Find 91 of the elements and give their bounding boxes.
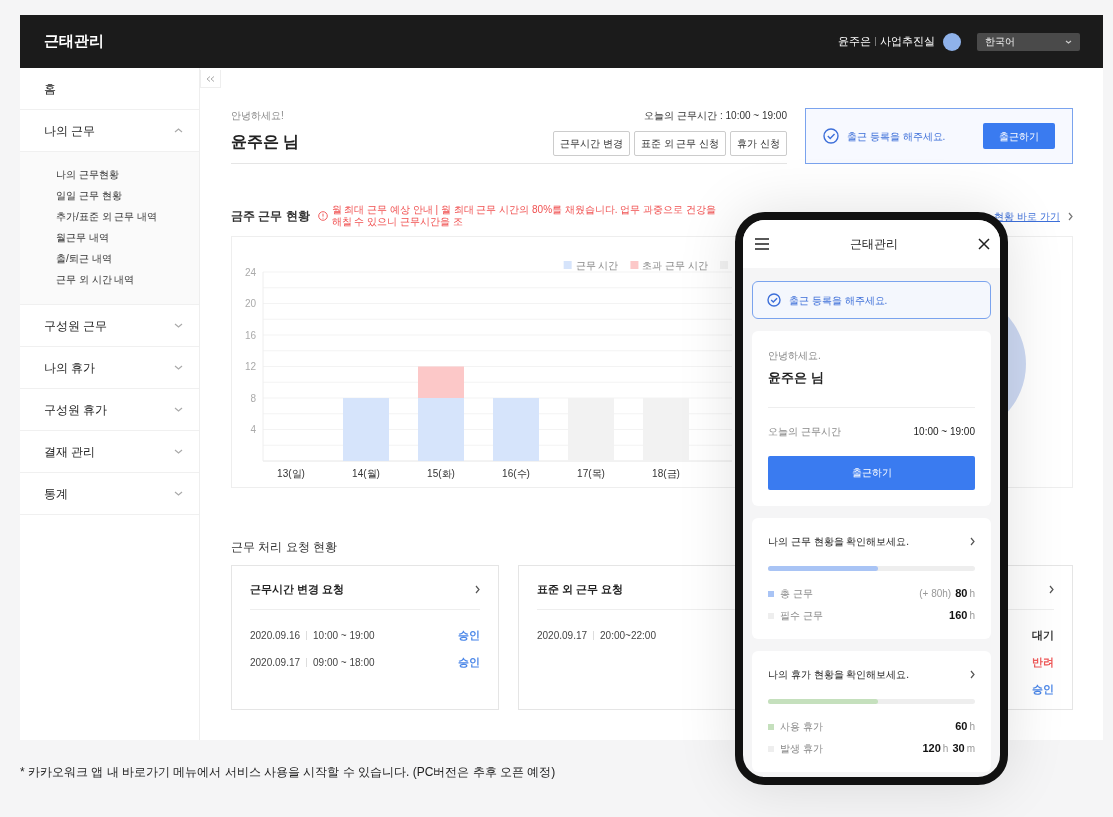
y-tick-label: 16 xyxy=(244,329,256,341)
summary-label: 필수 근무 xyxy=(780,609,823,623)
checkin-message: 출근 등록을 해주세요. xyxy=(847,129,946,144)
user-name: 윤주은 xyxy=(838,33,871,49)
legend-label: 근무 시간 xyxy=(575,260,619,271)
checkin-button[interactable]: 출근하기 xyxy=(983,123,1055,149)
checkin-button[interactable]: 출근하기 xyxy=(768,455,975,490)
summary-title[interactable]: 나의 근무 현황을 확인해보세요. xyxy=(768,533,910,549)
warning-text: 월 최대 근무 예상 안내 | 월 최대 근무 시간의 80%를 채웠습니다. 업무 과중으로 건강을 해칠 수 있으니 근무시간을 조 xyxy=(331,203,717,229)
y-tick-label: 24 xyxy=(244,266,256,278)
chevron-icon[interactable] xyxy=(970,536,975,546)
department: 사업추진실 xyxy=(880,33,935,49)
summary-label: 사용 휴가 xyxy=(780,720,823,734)
sidebar-subitem[interactable]: 나의 근무현황 xyxy=(56,164,199,185)
x-tick-label: 15(화) xyxy=(427,468,455,479)
work-hours-text: 오늘의 근무시간 : 10:00 ~ 19:00 xyxy=(644,109,787,123)
greeting-text: 안녕하세요. xyxy=(768,349,822,363)
greeting-text: 안녕하세요! xyxy=(231,109,285,123)
x-tick-label: 16(수) xyxy=(502,468,530,479)
status-label: 대기 xyxy=(1032,628,1054,644)
request-button[interactable]: 근무시간 변경 xyxy=(553,131,630,156)
summary-title[interactable]: 나의 휴가 현황을 확인해보세요. xyxy=(768,666,910,682)
request-date: 2020.09.17 xyxy=(537,629,588,643)
sidebar-subitem[interactable]: 근무 외 시간 내역 xyxy=(56,269,199,290)
chevron-icon[interactable] xyxy=(970,669,975,679)
sidebar-subitem[interactable]: 추가/표준 외 근무 내역 xyxy=(56,206,199,227)
request-button[interactable]: 표준 외 근무 신청 xyxy=(633,131,727,156)
legend-item: 초과 근무 시간 xyxy=(630,260,708,271)
summary-value: 60 h xyxy=(955,719,975,735)
section-title: 근무 처리 요청 현황 xyxy=(231,539,337,556)
status-label: 승인 xyxy=(458,628,480,644)
sidebar-item[interactable]: 결재 관리 xyxy=(20,431,199,473)
sidebar-item[interactable]: 홈 xyxy=(20,68,199,110)
chevron-icon xyxy=(1068,211,1073,221)
request-date: 2020.09.17 xyxy=(250,656,301,670)
x-tick-label: 18(금) xyxy=(652,468,680,479)
footnote: * 카카오워크 앱 내 바로가기 메뉴에서 서비스 사용을 시작할 수 있습니다. (PC버전은 추후 오픈 예정) xyxy=(20,764,557,781)
section-title: 금주 근무 현황 xyxy=(231,208,310,225)
sidebar-subitem[interactable]: 출/퇴근 내역 xyxy=(56,248,199,269)
legend-item: 근무 시간 xyxy=(563,260,619,271)
mobile-title: 근태관리 xyxy=(849,236,898,253)
summary-note: (+ 80h) xyxy=(919,587,952,602)
work-hours-value: 10:00 ~ 19:00 xyxy=(913,424,975,439)
status-label: 승인 xyxy=(458,655,480,671)
menu-icon[interactable] xyxy=(755,238,769,250)
y-tick-label: 20 xyxy=(244,298,256,309)
app-title: 근태관리 xyxy=(44,31,104,52)
warning-icon xyxy=(317,211,328,221)
request-card-title: 표준 외 근무 요청 xyxy=(537,581,623,597)
request-time: 10:00 ~ 19:00 xyxy=(313,629,375,643)
request-button[interactable]: 휴가 신청 xyxy=(730,131,787,156)
summary-label: 발생 휴가 xyxy=(780,742,823,756)
language-select[interactable]: 한국어 xyxy=(977,32,1080,51)
y-tick-label: 8 xyxy=(250,392,256,404)
bar xyxy=(343,398,389,461)
chevron-icon[interactable] xyxy=(475,585,480,594)
request-date: 2020.09.16 xyxy=(250,629,301,643)
sidebar-subitem[interactable]: 일일 근무 현황 xyxy=(56,185,199,206)
request-card-title: 근무시간 변경 요청 xyxy=(250,581,344,597)
request-time: 09:00 ~ 18:00 xyxy=(313,656,375,670)
summary-value: 30 m xyxy=(952,741,975,757)
y-tick-label: 4 xyxy=(250,424,256,435)
check-circle-icon xyxy=(823,128,839,144)
summary-value: 80 h xyxy=(955,586,975,602)
x-tick-label: 14(월) xyxy=(352,468,380,479)
summary-value: 160 h xyxy=(949,608,975,624)
x-tick-label: 13(일) xyxy=(277,468,305,479)
checkin-message: 출근 등록을 해주세요. xyxy=(789,293,888,308)
x-tick-label: 17(목) xyxy=(577,468,605,479)
sidebar-item[interactable]: 구성원 휴가 xyxy=(20,389,199,431)
user-greeting-name: 윤주은 님 xyxy=(231,132,300,152)
user-greeting-name: 윤주은 님 xyxy=(768,368,975,408)
double-chevron-icon xyxy=(206,75,215,82)
summary-value: 120 h xyxy=(922,741,949,757)
work-hours-label: 오늘의 근무시간 xyxy=(768,424,841,439)
chevron-icon[interactable] xyxy=(1049,585,1054,594)
status-label: 반려 xyxy=(1032,655,1054,671)
chevron-icon xyxy=(1065,39,1072,44)
sidebar-item[interactable]: 통계 xyxy=(20,473,199,515)
request-time: 20:00~22:00 xyxy=(600,629,656,643)
avatar[interactable] xyxy=(943,32,961,51)
status-label: 승인 xyxy=(1032,682,1054,698)
sidebar-subitem[interactable]: 월근무 내역 xyxy=(56,227,199,248)
bar xyxy=(493,398,539,461)
y-tick-label: 12 xyxy=(244,361,256,372)
summary-label: 총 근무 xyxy=(780,587,813,601)
check-circle-icon xyxy=(767,293,781,307)
sidebar-item[interactable]: 나의 휴가 xyxy=(20,347,199,389)
legend-label: 초과 근무 시간 xyxy=(642,260,708,271)
close-icon[interactable] xyxy=(978,238,990,250)
sidebar-item[interactable]: 구성원 근무 xyxy=(20,305,199,347)
